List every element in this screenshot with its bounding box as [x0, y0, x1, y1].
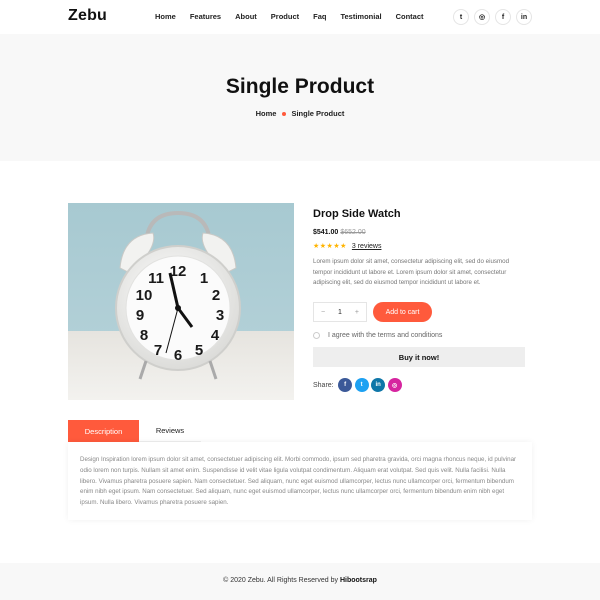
product-title: Drop Side Watch: [313, 208, 401, 220]
breadcrumb: Home Single Product: [0, 109, 600, 118]
svg-text:9: 9: [136, 307, 144, 324]
product-price: $541.00 $652.00: [313, 229, 526, 236]
tab-reviews[interactable]: Reviews: [139, 420, 201, 442]
site-header: Zebu Home Features About Product Faq Tes…: [0, 0, 600, 34]
nav-features[interactable]: Features: [190, 12, 221, 21]
twitter-icon[interactable]: t: [453, 9, 469, 25]
nav-testimonial[interactable]: Testimonial: [340, 12, 381, 21]
page-title: Single Product: [225, 75, 375, 98]
breadcrumb-separator: [282, 111, 287, 116]
alarm-clock-illustration: 12 1 2 3 4 5 6 7 8 9 10 11: [68, 203, 294, 400]
breadcrumb-current: Single Product: [291, 109, 345, 118]
product-info: Drop Side Watch $541.00 $652.00 ★★★★★ 3 r…: [313, 208, 526, 289]
facebook-icon[interactable]: f: [495, 9, 511, 25]
cart-row: − 1 + Add to cart: [313, 302, 526, 322]
tab-panel-description: Design Inspiration lorem ipsum dolor sit…: [68, 442, 532, 520]
svg-text:7: 7: [154, 342, 162, 359]
reviews-link[interactable]: 3 reviews: [352, 243, 382, 250]
description-text: Design Inspiration lorem ipsum dolor sit…: [80, 456, 517, 507]
buy-now-button[interactable]: Buy it now!: [313, 347, 525, 367]
svg-text:10: 10: [136, 287, 153, 304]
increase-button[interactable]: +: [355, 309, 359, 316]
linkedin-icon[interactable]: in: [516, 9, 532, 25]
footer-brand-link[interactable]: Hibootsrap: [340, 577, 377, 584]
site-footer: © 2020 Zebu. All Rights Reserved by Hibo…: [0, 563, 600, 600]
facebook-icon[interactable]: f: [338, 378, 353, 392]
main-nav: Home Features About Product Faq Testimon…: [155, 12, 438, 21]
quantity-stepper: − 1 +: [313, 302, 367, 322]
svg-text:11: 11: [148, 270, 164, 287]
linkedin-icon[interactable]: in: [371, 378, 386, 392]
nav-faq[interactable]: Faq: [313, 12, 326, 21]
product-tabs: Description Reviews: [68, 420, 201, 442]
nav-home[interactable]: Home: [155, 12, 176, 21]
instagram-icon[interactable]: ◎: [474, 9, 490, 25]
header-social: t ◎ f in: [453, 9, 532, 25]
page-banner: Single Product Home Single Product: [0, 34, 600, 161]
terms-checkbox-row[interactable]: I agree with the terms and conditions: [313, 332, 442, 339]
product-image: 12 1 2 3 4 5 6 7 8 9 10 11: [68, 203, 294, 400]
instagram-icon[interactable]: ◎: [387, 378, 402, 392]
terms-label: I agree with the terms and conditions: [328, 332, 443, 339]
copyright-text: © 2020 Zebu. All Rights Reserved by: [223, 577, 338, 584]
twitter-icon[interactable]: t: [354, 378, 369, 392]
copyright: © 2020 Zebu. All Rights Reserved by Hibo…: [0, 577, 600, 584]
nav-about[interactable]: About: [235, 12, 257, 21]
svg-text:3: 3: [216, 307, 224, 324]
svg-text:1: 1: [200, 270, 208, 287]
breadcrumb-home[interactable]: Home: [256, 109, 277, 118]
product-short-description: Lorem ipsum dolor sit amet, consectetur …: [313, 258, 510, 286]
svg-text:4: 4: [211, 327, 220, 344]
share-label: Share:: [313, 381, 334, 389]
svg-text:8: 8: [140, 327, 148, 344]
nav-contact[interactable]: Contact: [396, 12, 424, 21]
terms-checkbox[interactable]: [313, 332, 320, 339]
logo[interactable]: Zebu: [68, 7, 107, 25]
tab-description[interactable]: Description: [68, 420, 139, 442]
old-price: $652.00: [340, 229, 366, 236]
current-price: $541.00: [313, 229, 339, 236]
add-to-cart-button[interactable]: Add to cart: [373, 302, 432, 322]
quantity-input[interactable]: 1: [338, 309, 342, 316]
decrease-button[interactable]: −: [321, 309, 325, 316]
svg-text:5: 5: [195, 342, 203, 359]
nav-product[interactable]: Product: [271, 12, 299, 21]
svg-text:2: 2: [212, 287, 220, 304]
svg-text:6: 6: [174, 347, 182, 364]
star-icons: ★★★★★: [313, 243, 347, 250]
share-row: Share: f t in ◎: [313, 378, 402, 392]
product-rating: ★★★★★ 3 reviews: [313, 242, 526, 251]
